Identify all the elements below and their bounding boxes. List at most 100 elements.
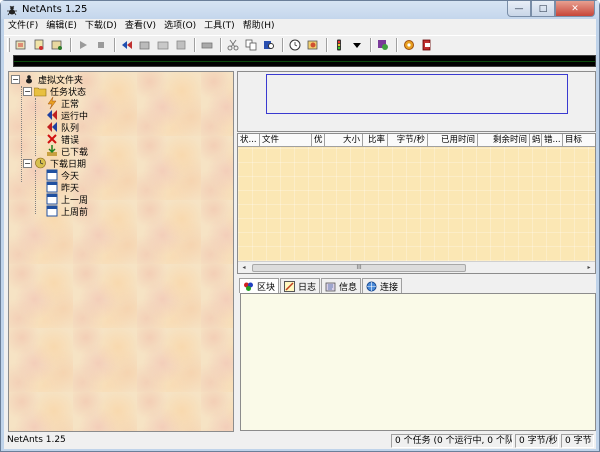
properties-button[interactable]: [137, 37, 153, 53]
status-bar: NetAnts 1.25 0 个任务 (0 个运行中, 0 个队列中) 0 字节…: [4, 433, 596, 449]
status-app-name: NetAnts 1.25: [7, 435, 66, 445]
col-target[interactable]: 目标: [563, 134, 593, 147]
toolbar: [4, 35, 596, 53]
tab-label: 日志: [298, 282, 317, 293]
tab-info[interactable]: 信息: [321, 278, 362, 293]
task-list[interactable]: 状... 文件 优 大小 比率 字节/秒 已用时间 剩余时间 蚂 错... 目标…: [237, 133, 596, 274]
tree-expander[interactable]: −: [11, 74, 20, 84]
scroll-right-arrow[interactable]: ▸: [584, 263, 594, 273]
find-icon: [264, 40, 274, 49]
detail-pane: [240, 293, 596, 431]
folder-button[interactable]: [155, 37, 171, 53]
window-title: NetAnts 1.25: [22, 4, 88, 15]
task-list-hscrollbar[interactable]: ◂ III ▸: [238, 261, 595, 273]
client-area: 文件(F) 编辑(E) 下载(D) 查看(V) 选项(O) 工具(T) 帮助(H…: [4, 19, 596, 449]
speed-dropdown[interactable]: [349, 37, 365, 53]
status-speed: 0 字节/秒: [515, 434, 559, 448]
task-list-header: 状... 文件 优 大小 比率 字节/秒 已用时间 剩余时间 蚂 错... 目标: [238, 134, 595, 147]
col-bytes-per-sec[interactable]: 字节/秒: [388, 134, 428, 147]
move-up-button[interactable]: [119, 37, 135, 53]
clock-icon: [289, 39, 301, 50]
scroll-thumb[interactable]: III: [252, 264, 466, 272]
speed-graph-bar: [13, 55, 596, 67]
menu-options[interactable]: 选项(O): [160, 19, 200, 34]
col-remaining[interactable]: 剩余时间: [478, 134, 530, 147]
speed-limit-button[interactable]: [331, 37, 347, 53]
copy-icon: [245, 39, 257, 50]
delete-icon: [176, 40, 186, 49]
col-status[interactable]: 状...: [238, 134, 260, 147]
col-size[interactable]: 大小: [325, 134, 363, 147]
connection-globe-icon: [366, 281, 377, 291]
app-window: NetAnts 1.25 — □ ✕ 文件(F) 编辑(E) 下载(D) 查看(…: [0, 0, 600, 452]
title-bar[interactable]: NetAnts 1.25 — □ ✕: [1, 1, 599, 19]
col-priority[interactable]: 优: [312, 134, 325, 147]
toolbar-grip[interactable]: [7, 37, 10, 52]
tab-label: 区块: [257, 282, 276, 293]
stop-button[interactable]: [93, 37, 109, 53]
folder-tree-pane[interactable]: − 虚拟文件夹 − 任务状态 正常 运行中 队列 错误 已下载 − 下载日期 今…: [8, 71, 234, 432]
start-button[interactable]: [75, 37, 91, 53]
scissors-icon: [227, 39, 239, 50]
print-icon: [201, 42, 213, 48]
menu-bar: 文件(F) 编辑(E) 下载(D) 查看(V) 选项(O) 工具(T) 帮助(H…: [4, 19, 596, 34]
calendar-icon: [45, 205, 58, 217]
play-icon: [80, 40, 87, 49]
col-ratio[interactable]: 比率: [363, 134, 388, 147]
traffic-light-icon: [337, 39, 341, 50]
list-icon: [51, 40, 62, 50]
menu-download[interactable]: 下载(D): [81, 19, 121, 34]
copy-button[interactable]: [243, 37, 259, 53]
schedule-button[interactable]: [287, 37, 303, 53]
tree-expander[interactable]: −: [23, 86, 32, 96]
tree-expander[interactable]: −: [23, 158, 32, 168]
menu-edit[interactable]: 编辑(E): [42, 19, 81, 34]
log-pencil-icon: [284, 280, 296, 292]
status-speed-secondary: 0 字节: [561, 434, 594, 448]
new-task-button[interactable]: [13, 37, 29, 53]
skin-icon: [378, 39, 388, 50]
add-batch-button[interactable]: [31, 37, 47, 53]
skin-button[interactable]: [375, 37, 391, 53]
menu-file[interactable]: 文件(F): [4, 19, 42, 34]
netants-ant-icon: [7, 5, 17, 16]
status-task-count: 0 个任务 (0 个运行中, 0 个队列中): [391, 434, 513, 448]
col-errors[interactable]: 错...: [542, 134, 563, 147]
col-file[interactable]: 文件: [260, 134, 312, 147]
scroll-left-arrow[interactable]: ◂: [239, 263, 249, 273]
tree-item-before-last-week[interactable]: 上周前: [45, 204, 88, 218]
tab-blocks[interactable]: 区块: [239, 278, 280, 293]
tab-log[interactable]: 日志: [280, 278, 321, 293]
close-button[interactable]: ✕: [555, 1, 595, 17]
menu-tools[interactable]: 工具(T): [200, 19, 239, 34]
info-icon: [325, 282, 336, 291]
dropdown-arrow-icon: [353, 42, 361, 48]
tab-connections[interactable]: 连接: [362, 278, 403, 293]
progress-chart-area: [237, 71, 596, 132]
properties-icon: [139, 41, 150, 49]
exit-button[interactable]: [419, 37, 435, 53]
find-button[interactable]: [261, 37, 277, 53]
maximize-button[interactable]: □: [531, 1, 555, 17]
batch-icon: [34, 39, 44, 50]
menu-help[interactable]: 帮助(H): [239, 19, 279, 34]
new-task-icon: [15, 40, 26, 49]
move-icon: [122, 40, 132, 49]
minimize-button[interactable]: —: [507, 1, 531, 17]
open-list-button[interactable]: [49, 37, 65, 53]
dialup-icon: [307, 40, 318, 49]
progress-chart-box: [266, 74, 568, 114]
dialup-button[interactable]: [305, 37, 321, 53]
tab-label: 连接: [380, 282, 399, 293]
tree-item-label: 上周前: [61, 207, 89, 218]
blocks-icon: [244, 282, 253, 291]
cut-button[interactable]: [225, 37, 241, 53]
stop-icon: [98, 41, 104, 48]
col-elapsed[interactable]: 已用时间: [428, 134, 478, 147]
delete-button[interactable]: [173, 37, 189, 53]
folder-icon: [157, 41, 169, 49]
options-button[interactable]: [401, 37, 417, 53]
col-ants[interactable]: 蚂: [530, 134, 542, 147]
print-button[interactable]: [199, 37, 215, 53]
menu-view[interactable]: 查看(V): [121, 19, 160, 34]
